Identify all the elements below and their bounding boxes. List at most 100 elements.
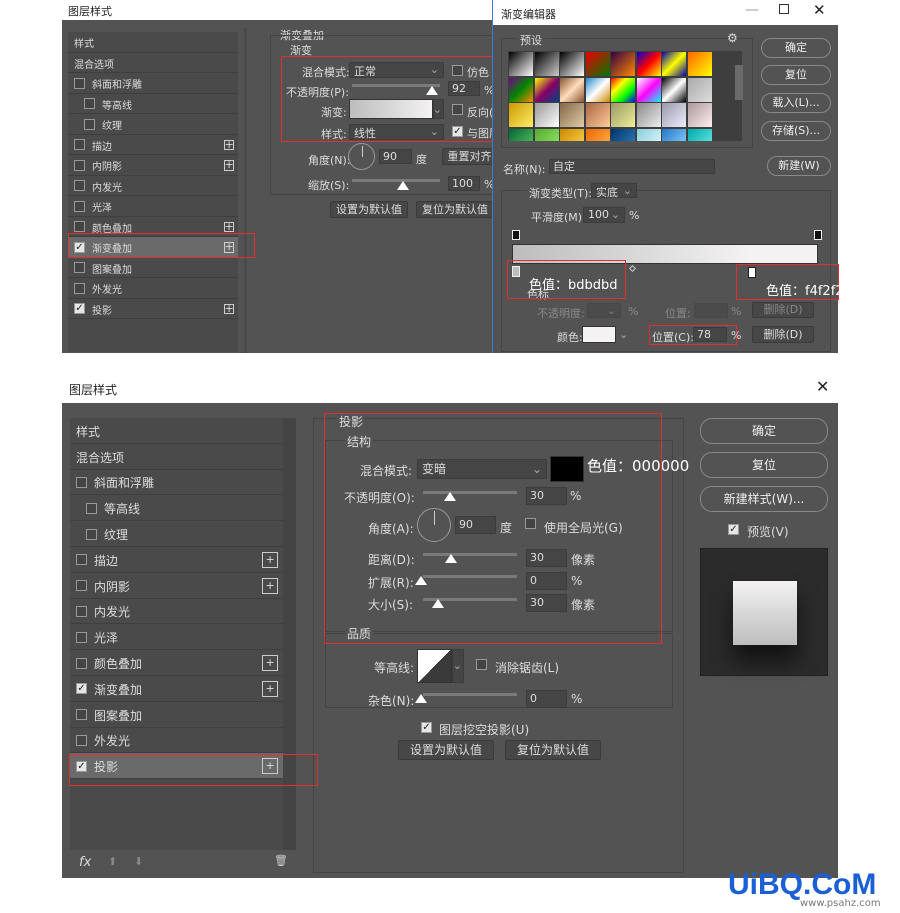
layer-checkbox[interactable] (76, 554, 87, 566)
angle-input[interactable]: 90 (379, 149, 412, 164)
layer-checkbox[interactable] (74, 221, 85, 233)
trash-icon[interactable]: 🗑 (274, 854, 288, 867)
layer-item[interactable]: 外发光 (68, 278, 238, 299)
gradient-preset-swatch[interactable] (534, 128, 559, 141)
gradient-preset-swatch[interactable] (560, 103, 584, 127)
contour-preview[interactable] (417, 649, 452, 683)
gradient-preset-swatch[interactable] (662, 103, 686, 127)
gradient-preset-swatch[interactable] (636, 128, 661, 141)
reset-default-button[interactable]: 复位为默认值 (416, 201, 494, 218)
add-effect-icon[interactable]: + (223, 221, 234, 232)
layer-item[interactable]: 等高线 (68, 94, 238, 114)
gradient-preset-swatch[interactable] (534, 103, 559, 127)
layer-checkbox[interactable] (74, 180, 85, 192)
knockout-checkbox[interactable]: ✓ (421, 722, 432, 733)
layer-item[interactable]: 样式 (70, 418, 296, 444)
layer-item[interactable]: 斜面和浮雕 (68, 73, 238, 94)
gradient-dropdown[interactable]: ⌄ (433, 99, 444, 119)
preset-scrollbar[interactable] (735, 65, 743, 100)
gradient-preset-swatch[interactable] (611, 103, 635, 127)
contour-dropdown[interactable]: ⌄ (452, 649, 464, 683)
maximize-icon[interactable] (779, 4, 789, 14)
layer-item[interactable]: 混合选项 (68, 53, 238, 73)
gradient-preset-swatch[interactable] (509, 77, 533, 102)
move-down-icon[interactable]: ⬇ (134, 855, 143, 868)
layer-item[interactable]: 纹理 (68, 114, 238, 135)
layer-item[interactable]: 图案叠加 (70, 702, 296, 728)
layer-checkbox[interactable] (86, 502, 97, 514)
stop-opacity-input[interactable]: ⌄ (587, 303, 621, 318)
gradient-preview[interactable] (349, 99, 433, 119)
new-style-button[interactable]: 新建样式(W)... (700, 486, 828, 512)
preview-checkbox[interactable]: ✓ (728, 524, 739, 535)
ok-button[interactable]: 确定 (761, 38, 831, 58)
layer-checkbox[interactable] (74, 139, 85, 151)
color-swatch[interactable] (582, 326, 616, 343)
gradient-type-select[interactable]: 实底 ⌄ (591, 183, 637, 199)
layer-checkbox[interactable] (76, 605, 87, 617)
layer-item[interactable]: 纹理 (70, 521, 296, 547)
layer-checkbox[interactable]: ✓ (76, 683, 87, 695)
gradient-preset-swatch[interactable] (534, 52, 559, 76)
style-select[interactable]: 线性 ⌄ (349, 124, 444, 140)
position-input[interactable]: 78 (693, 327, 727, 342)
layer-item[interactable]: 斜面和浮雕 (70, 470, 296, 496)
close-icon[interactable]: ✕ (813, 1, 826, 19)
move-up-icon[interactable]: ⬆ (108, 855, 117, 868)
layer-item[interactable]: 样式 (68, 32, 238, 53)
add-effect-icon[interactable]: + (262, 552, 278, 568)
delete-opacity-stop-button[interactable]: 删除(D) (752, 302, 814, 318)
add-effect-icon[interactable]: + (223, 159, 234, 171)
gradient-preset-swatch[interactable] (585, 52, 610, 76)
gradient-preset-swatch[interactable] (611, 52, 635, 76)
gradient-preset-swatch[interactable] (687, 128, 712, 141)
add-effect-icon[interactable]: + (262, 655, 278, 671)
scale-input[interactable]: 100 (448, 176, 480, 191)
layer-item[interactable]: 内发光 (70, 599, 296, 625)
set-default-button[interactable]: 设置为默认值 (398, 740, 494, 760)
name-input[interactable]: 自定 (549, 159, 715, 174)
layer-checkbox[interactable] (76, 709, 87, 721)
layer-checkbox[interactable] (76, 657, 87, 669)
reset-button[interactable]: 复位 (761, 65, 831, 85)
add-effect-icon[interactable]: + (262, 577, 278, 594)
add-effect-icon[interactable]: + (223, 139, 234, 150)
load-button[interactable]: 载入(L)... (761, 93, 831, 113)
gradient-preset-swatch[interactable] (662, 128, 686, 141)
gradient-preset-swatch[interactable] (636, 52, 661, 76)
gradient-preset-swatch[interactable] (687, 103, 712, 127)
layer-checkbox[interactable] (74, 262, 85, 274)
smoothness-input[interactable]: 100 ⌄ (583, 207, 625, 223)
gradient-preset-swatch[interactable] (585, 103, 610, 127)
layer-checkbox[interactable] (84, 118, 95, 130)
set-default-button[interactable]: 设置为默认值 (330, 201, 408, 218)
layer-item[interactable]: 内阴影 + (68, 155, 238, 176)
layer-checkbox[interactable]: ✓ (74, 303, 85, 315)
layer-item[interactable]: 描边 + (70, 547, 296, 573)
scrollbar[interactable] (244, 28, 247, 353)
gradient-preset-swatch[interactable] (585, 77, 610, 102)
delete-color-stop-button[interactable]: 删除(D) (752, 326, 814, 343)
antialias-checkbox[interactable] (476, 659, 487, 670)
angle-dial[interactable] (348, 143, 375, 170)
minimize-icon[interactable]: — (745, 2, 759, 18)
gradient-preset-swatch[interactable] (585, 128, 610, 141)
gradient-preset-swatch[interactable] (560, 77, 584, 102)
reverse-checkbox[interactable] (452, 104, 463, 115)
layer-item[interactable]: 内发光 (68, 176, 238, 196)
add-effect-icon[interactable]: + (223, 303, 234, 314)
layer-checkbox[interactable] (86, 528, 97, 540)
layer-item[interactable]: 内阴影 + (70, 573, 296, 599)
layer-item[interactable]: 图案叠加 (68, 258, 238, 278)
layer-checkbox[interactable] (74, 159, 85, 171)
gradient-preset-swatch[interactable] (636, 103, 661, 127)
layer-checkbox[interactable] (74, 200, 85, 212)
scale-slider-thumb[interactable] (397, 181, 409, 190)
gradient-preset-swatch[interactable] (662, 52, 686, 76)
noise-slider[interactable] (423, 693, 517, 696)
opacity-stop-right[interactable] (814, 230, 822, 240)
layer-item[interactable]: 外发光 (70, 728, 296, 754)
save-button[interactable]: 存储(S)... (761, 121, 831, 141)
gradient-preset-swatch[interactable] (687, 52, 712, 76)
opacity-input[interactable]: 92 (448, 81, 480, 96)
